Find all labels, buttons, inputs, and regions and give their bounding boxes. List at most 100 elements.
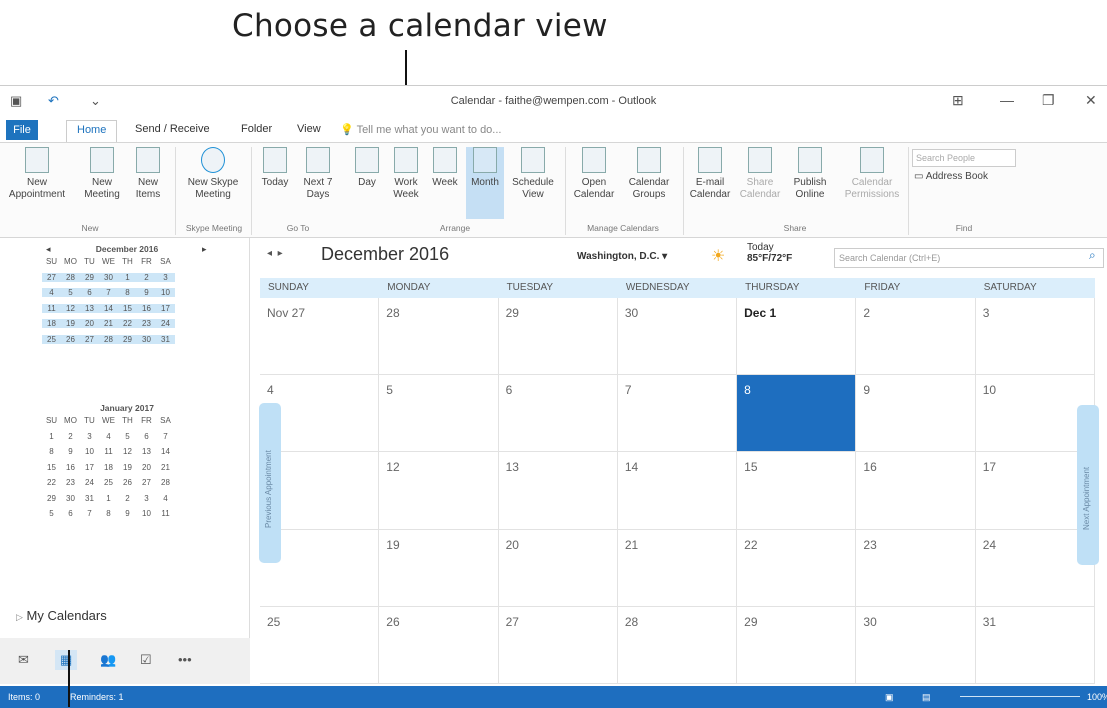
mini-calendar-day[interactable]: 4 [156, 494, 175, 503]
mini-calendar-day[interactable]: 11 [99, 447, 118, 456]
day-cell[interactable]: 26 [379, 606, 499, 684]
mini-calendar-day[interactable]: 1 [118, 272, 137, 282]
mini-calendar-day[interactable]: 9 [137, 288, 156, 298]
my-calendars-folder[interactable]: ▷ My Calendars [16, 608, 107, 623]
mini-calendar-day[interactable]: 10 [156, 288, 175, 298]
mini-calendar-day[interactable]: 19 [118, 463, 137, 472]
mini-calendar-day[interactable]: 28 [156, 478, 175, 487]
mini-calendar-day[interactable]: 9 [61, 447, 80, 456]
mini-calendar-day[interactable]: SU [42, 257, 61, 266]
mini-calendar-day[interactable]: WE [99, 257, 118, 266]
mini-calendar-day[interactable]: 2 [137, 272, 156, 282]
mini-calendar-day[interactable]: FR [137, 416, 156, 425]
day-cell[interactable]: 27 [498, 606, 618, 684]
mini-calendar-day[interactable]: 9 [118, 509, 137, 518]
search-icon[interactable]: ⌕ [1089, 248, 1096, 263]
work-week-view-button[interactable]: Work Week [388, 147, 424, 201]
search-calendar-input[interactable]: Search Calendar (Ctrl+E) [834, 248, 1104, 268]
calendar-permissions-button[interactable]: Calendar Permissions [838, 147, 906, 201]
mini-calendar-day[interactable]: 4 [99, 432, 118, 441]
search-people-input[interactable]: Search People [912, 149, 1016, 167]
mini-calendar-day[interactable]: 3 [137, 494, 156, 503]
month-view-button[interactable]: Month [466, 147, 504, 219]
mini-calendar-day[interactable]: 10 [80, 447, 99, 456]
day-cell[interactable]: 22 [737, 529, 857, 607]
day-cell[interactable]: 29 [498, 298, 618, 376]
mini-calendar-day[interactable]: SA [156, 257, 175, 266]
schedule-view-button[interactable]: Schedule View [508, 147, 558, 201]
reminders-count[interactable]: Reminders: 1 [70, 692, 124, 702]
mini-calendar-day[interactable]: 30 [99, 272, 118, 282]
mini-calendar-day[interactable]: 3 [156, 272, 175, 282]
mini-calendar-day[interactable]: 17 [156, 303, 175, 313]
mini-calendar-day[interactable]: 25 [99, 478, 118, 487]
day-cell[interactable]: 15 [737, 452, 857, 530]
mini-calendar-day[interactable]: 8 [42, 447, 61, 456]
mini-calendar-day[interactable]: MO [61, 416, 80, 425]
mini-calendar-day[interactable]: 16 [137, 303, 156, 313]
day-cell[interactable]: 16 [856, 452, 976, 530]
mini-calendar-day[interactable]: 28 [99, 334, 118, 344]
mini-calendar-day[interactable]: 16 [61, 463, 80, 472]
mini-calendar-day[interactable]: 6 [137, 432, 156, 441]
mini-calendar-day[interactable]: 4 [42, 288, 61, 298]
day-cell[interactable]: 12 [379, 452, 499, 530]
day-cell[interactable]: 13 [498, 452, 618, 530]
mini-calendar-day[interactable]: 6 [80, 288, 99, 298]
restore-icon[interactable]: ❐ [1042, 92, 1055, 109]
mini-calendar-day[interactable]: 18 [42, 319, 61, 329]
next-7-days-button[interactable]: Next 7 Days [296, 147, 340, 201]
mini-calendar-day[interactable]: 5 [118, 432, 137, 441]
mini-calendar-day[interactable]: 11 [42, 303, 61, 313]
week-view-button[interactable]: Week [427, 147, 463, 189]
mini-calendar-day[interactable]: 14 [99, 303, 118, 313]
day-cell[interactable]: 28 [617, 606, 738, 684]
mini-calendar-day[interactable]: 5 [42, 509, 61, 518]
mini-calendar-day[interactable]: 20 [137, 463, 156, 472]
day-cell[interactable]: 30 [617, 298, 738, 376]
ribbon-display-icon[interactable]: ⊞ [952, 92, 964, 109]
mini-calendar-day[interactable]: 13 [80, 303, 99, 313]
day-cell[interactable]: 29 [737, 606, 857, 684]
mini-calendar-day[interactable]: 27 [80, 334, 99, 344]
mini-calendar-day[interactable]: 17 [80, 463, 99, 472]
mini-calendar-day[interactable]: 19 [61, 319, 80, 329]
mini-calendar-day[interactable]: 5 [61, 288, 80, 298]
tab-send-receive[interactable]: Send / Receive [135, 123, 210, 135]
mini-calendar-day[interactable]: FR [137, 257, 156, 266]
mail-icon[interactable]: ✉ [18, 652, 29, 668]
previous-appointment-button[interactable]: Previous Appointment [259, 403, 281, 563]
day-cell[interactable]: 9 [856, 375, 976, 453]
day-cell[interactable]: 14 [617, 452, 738, 530]
publish-online-button[interactable]: Publish Online [786, 147, 834, 201]
mini-calendar-day[interactable]: 10 [137, 509, 156, 518]
mini-calendar-day[interactable]: 15 [118, 303, 137, 313]
day-cell[interactable]: 25 [260, 606, 380, 684]
mini-calendar-day[interactable]: TH [118, 416, 137, 425]
day-cell[interactable]: 19 [379, 529, 499, 607]
new-meeting-button[interactable]: New Meeting [82, 147, 122, 201]
email-calendar-button[interactable]: E-mail Calendar [688, 147, 732, 201]
mini-calendar-day[interactable]: 21 [99, 319, 118, 329]
mini-calendar-day[interactable]: 8 [118, 288, 137, 298]
mini-calendar-day[interactable]: 26 [118, 478, 137, 487]
mini-calendar-day[interactable]: 26 [61, 334, 80, 344]
new-items-button[interactable]: New Items [128, 147, 168, 201]
reading-view-icon[interactable]: ▤ [922, 692, 931, 703]
day-cell[interactable]: 28 [379, 298, 499, 376]
mini-calendar-day[interactable]: 8 [99, 509, 118, 518]
mini-calendar-day[interactable]: 24 [80, 478, 99, 487]
day-cell[interactable]: 6 [498, 375, 618, 453]
mini-calendar-day[interactable]: MO [61, 257, 80, 266]
mini-calendar-day[interactable]: 28 [61, 272, 80, 282]
mini-calendar-day[interactable]: 20 [80, 319, 99, 329]
mini-calendar-day[interactable]: 23 [137, 319, 156, 329]
close-icon[interactable]: ✕ [1085, 92, 1097, 109]
day-cell[interactable]: 31 [975, 606, 1095, 684]
mini-calendar-day[interactable]: 1 [99, 494, 118, 503]
mini-calendar-day[interactable]: 31 [156, 334, 175, 344]
mini-calendar-day[interactable]: 11 [156, 509, 175, 518]
day-cell[interactable]: 2 [856, 298, 976, 376]
day-cell[interactable]: 21 [617, 529, 738, 607]
day-view-button[interactable]: Day [350, 147, 384, 189]
